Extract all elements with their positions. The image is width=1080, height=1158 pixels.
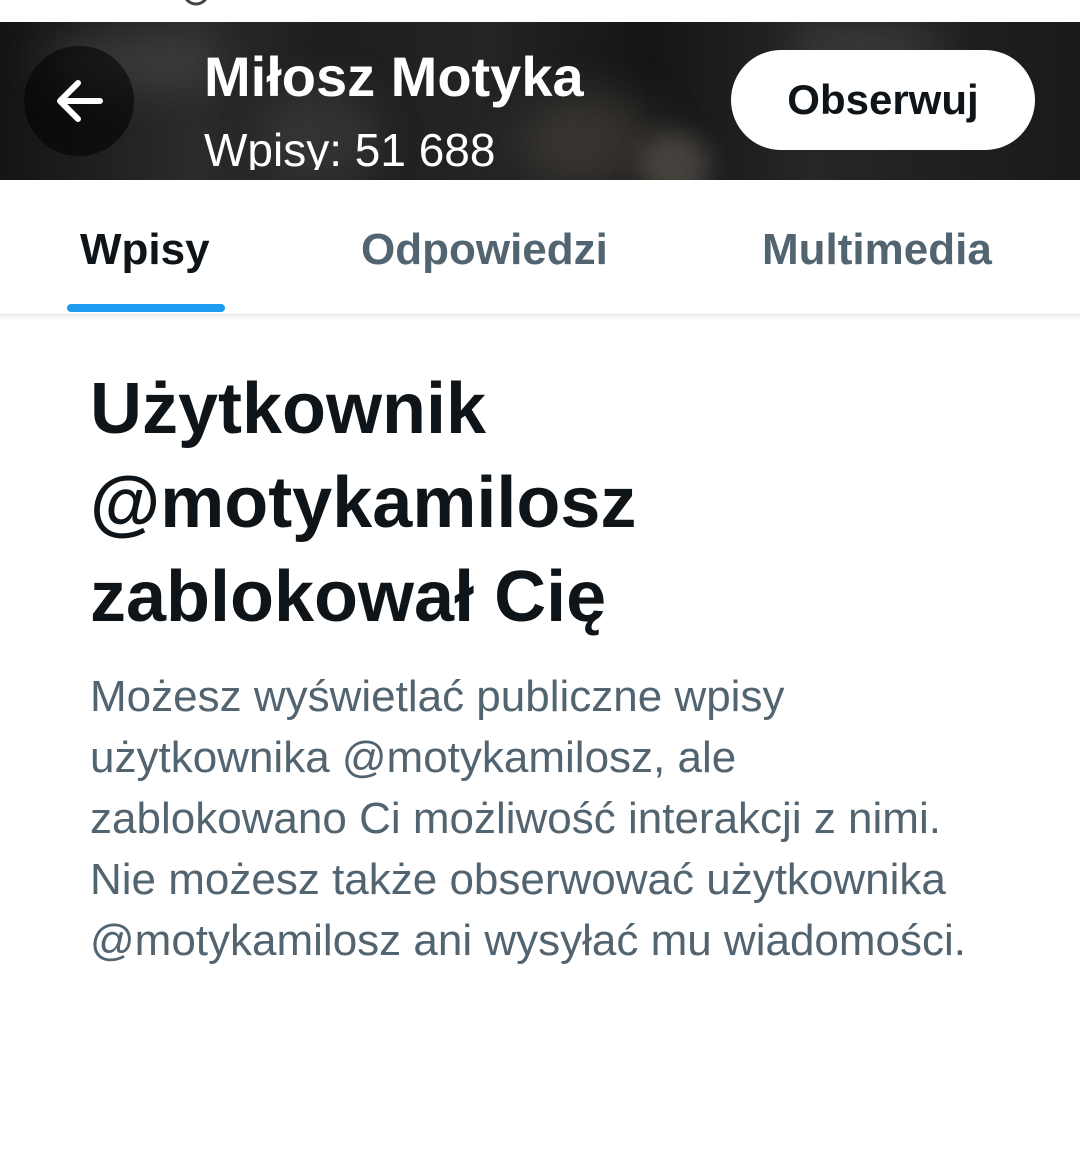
follow-button[interactable]: Obserwuj [731, 50, 1035, 150]
tab-replies[interactable]: Odpowiedzi [361, 220, 608, 280]
status-bar [0, 0, 1080, 22]
blocked-title: Użytkownik @motykamilosz zablokował Cię [90, 369, 637, 637]
system-status-icons [830, 0, 1020, 10]
back-button[interactable] [24, 46, 134, 156]
active-tab-indicator [67, 304, 225, 312]
tab-posts[interactable]: Wpisy [80, 220, 210, 280]
notification-icons [185, 0, 207, 6]
posts-count: Wpisy: 51 688 [204, 124, 496, 170]
tab-media[interactable]: Multimedia [762, 220, 992, 280]
profile-name: Miłosz Motyka [204, 45, 584, 108]
profile-tabs: Wpisy Odpowiedzi Multimedia [0, 180, 1080, 315]
arrow-left-icon [57, 80, 103, 122]
profile-header: Miłosz Motyka Wpisy: 51 688 Obserwuj [0, 22, 1080, 180]
blocked-message: Możesz wyświetlać publiczne wpisy użytko… [90, 672, 967, 965]
